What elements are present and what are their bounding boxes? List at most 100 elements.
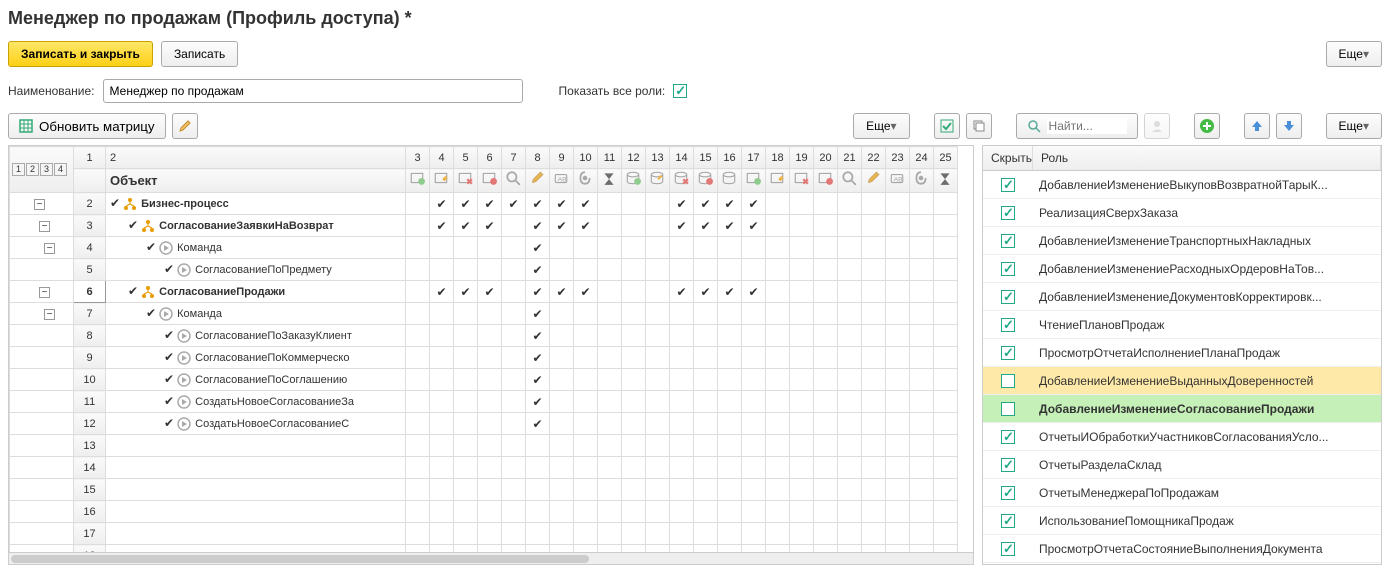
matrix-cell[interactable] bbox=[478, 479, 502, 501]
matrix-cell[interactable] bbox=[526, 457, 550, 479]
matrix-cell[interactable] bbox=[598, 237, 622, 259]
matrix-cell[interactable] bbox=[598, 303, 622, 325]
matrix-cell[interactable] bbox=[790, 523, 814, 545]
col-toolicon-9[interactable]: AB bbox=[550, 169, 574, 193]
matrix-cell[interactable] bbox=[790, 325, 814, 347]
matrix-cell[interactable] bbox=[502, 501, 526, 523]
matrix-cell[interactable] bbox=[886, 523, 910, 545]
role-hide-checkbox[interactable] bbox=[1001, 178, 1015, 192]
object-cell[interactable]: ✔ СогласованиеПоПредмету bbox=[106, 259, 406, 281]
matrix-cell[interactable] bbox=[646, 435, 670, 457]
matrix-cell[interactable] bbox=[598, 325, 622, 347]
matrix-cell[interactable] bbox=[502, 435, 526, 457]
matrix-cell[interactable]: ✔ bbox=[550, 281, 574, 303]
matrix-cell[interactable] bbox=[598, 193, 622, 215]
matrix-cell[interactable] bbox=[742, 479, 766, 501]
matrix-cell[interactable] bbox=[478, 325, 502, 347]
matrix-cell[interactable] bbox=[598, 215, 622, 237]
matrix-cell[interactable] bbox=[694, 501, 718, 523]
matrix-cell[interactable] bbox=[454, 369, 478, 391]
object-cell[interactable]: ✔ Команда bbox=[106, 237, 406, 259]
matrix-cell[interactable]: ✔ bbox=[574, 215, 598, 237]
matrix-cell[interactable] bbox=[838, 237, 862, 259]
matrix-cell[interactable]: ✔ bbox=[670, 193, 694, 215]
matrix-cell[interactable] bbox=[454, 391, 478, 413]
role-hide-checkbox[interactable] bbox=[1001, 318, 1015, 332]
matrix-cell[interactable] bbox=[718, 303, 742, 325]
matrix-cell[interactable] bbox=[406, 435, 430, 457]
matrix-cell[interactable] bbox=[934, 545, 958, 554]
matrix-cell[interactable] bbox=[622, 281, 646, 303]
matrix-cell[interactable] bbox=[478, 259, 502, 281]
object-cell[interactable] bbox=[106, 501, 406, 523]
matrix-cell[interactable] bbox=[430, 501, 454, 523]
matrix-cell[interactable] bbox=[742, 325, 766, 347]
matrix-cell[interactable] bbox=[574, 391, 598, 413]
matrix-cell[interactable] bbox=[406, 259, 430, 281]
matrix-cell[interactable] bbox=[574, 413, 598, 435]
matrix-cell[interactable] bbox=[718, 413, 742, 435]
matrix-cell[interactable] bbox=[430, 457, 454, 479]
matrix-cell[interactable] bbox=[886, 303, 910, 325]
col-toolicon-16[interactable] bbox=[718, 169, 742, 193]
matrix-cell[interactable] bbox=[790, 457, 814, 479]
matrix-cell[interactable] bbox=[454, 347, 478, 369]
matrix-cell[interactable] bbox=[910, 325, 934, 347]
matrix-cell[interactable] bbox=[406, 479, 430, 501]
row-number[interactable]: 2 bbox=[74, 193, 106, 215]
find-button[interactable] bbox=[1016, 113, 1138, 139]
matrix-cell[interactable] bbox=[718, 391, 742, 413]
role-row[interactable]: ОтчетыИОбработкиУчастниковСогласованияУс… bbox=[983, 423, 1381, 451]
refresh-matrix-button[interactable]: Обновить матрицу bbox=[8, 113, 166, 139]
matrix-cell[interactable] bbox=[454, 413, 478, 435]
matrix-cell[interactable]: ✔ bbox=[430, 215, 454, 237]
matrix-cell[interactable] bbox=[502, 369, 526, 391]
matrix-cell[interactable] bbox=[478, 237, 502, 259]
matrix-cell[interactable]: ✔ bbox=[502, 193, 526, 215]
matrix-cell[interactable] bbox=[406, 303, 430, 325]
matrix-cell[interactable] bbox=[862, 501, 886, 523]
matrix-cell[interactable] bbox=[934, 457, 958, 479]
matrix-cell[interactable]: ✔ bbox=[526, 237, 550, 259]
matrix-cell[interactable] bbox=[814, 501, 838, 523]
matrix-cell[interactable] bbox=[670, 369, 694, 391]
matrix-cell[interactable] bbox=[910, 369, 934, 391]
matrix-cell[interactable] bbox=[814, 259, 838, 281]
matrix-cell[interactable] bbox=[886, 325, 910, 347]
outline-level-1[interactable]: 1 bbox=[12, 163, 25, 176]
matrix-cell[interactable] bbox=[862, 237, 886, 259]
matrix-cell[interactable] bbox=[478, 369, 502, 391]
role-hide-checkbox[interactable] bbox=[1001, 262, 1015, 276]
matrix-cell[interactable] bbox=[766, 391, 790, 413]
matrix-cell[interactable] bbox=[814, 391, 838, 413]
matrix-cell[interactable] bbox=[454, 237, 478, 259]
role-hide-checkbox[interactable] bbox=[1001, 430, 1015, 444]
roles-list[interactable]: ДобавлениеИзменениеВыкуповВозвратнойТары… bbox=[982, 170, 1382, 565]
matrix-cell[interactable] bbox=[598, 479, 622, 501]
matrix-cell[interactable] bbox=[526, 523, 550, 545]
matrix-cell[interactable] bbox=[646, 523, 670, 545]
matrix-cell[interactable] bbox=[430, 413, 454, 435]
matrix-cell[interactable] bbox=[742, 435, 766, 457]
matrix-cell[interactable] bbox=[862, 281, 886, 303]
matrix-cell[interactable] bbox=[694, 523, 718, 545]
matrix-cell[interactable] bbox=[790, 259, 814, 281]
matrix-cell[interactable] bbox=[766, 435, 790, 457]
matrix-cell[interactable] bbox=[646, 303, 670, 325]
matrix-cell[interactable] bbox=[886, 413, 910, 435]
matrix-cell[interactable] bbox=[934, 237, 958, 259]
matrix-cell[interactable] bbox=[622, 303, 646, 325]
matrix-cell[interactable] bbox=[934, 369, 958, 391]
matrix-cell[interactable] bbox=[838, 457, 862, 479]
matrix-cell[interactable]: ✔ bbox=[718, 215, 742, 237]
matrix-cell[interactable] bbox=[790, 391, 814, 413]
matrix-cell[interactable] bbox=[550, 501, 574, 523]
matrix-cell[interactable] bbox=[646, 193, 670, 215]
matrix-cell[interactable] bbox=[574, 325, 598, 347]
col-toolicon-17[interactable] bbox=[742, 169, 766, 193]
matrix-cell[interactable]: ✔ bbox=[526, 259, 550, 281]
matrix-cell[interactable] bbox=[718, 479, 742, 501]
matrix-cell[interactable] bbox=[550, 259, 574, 281]
col-toolicon-12[interactable] bbox=[622, 169, 646, 193]
role-hide-checkbox[interactable] bbox=[1001, 374, 1015, 388]
